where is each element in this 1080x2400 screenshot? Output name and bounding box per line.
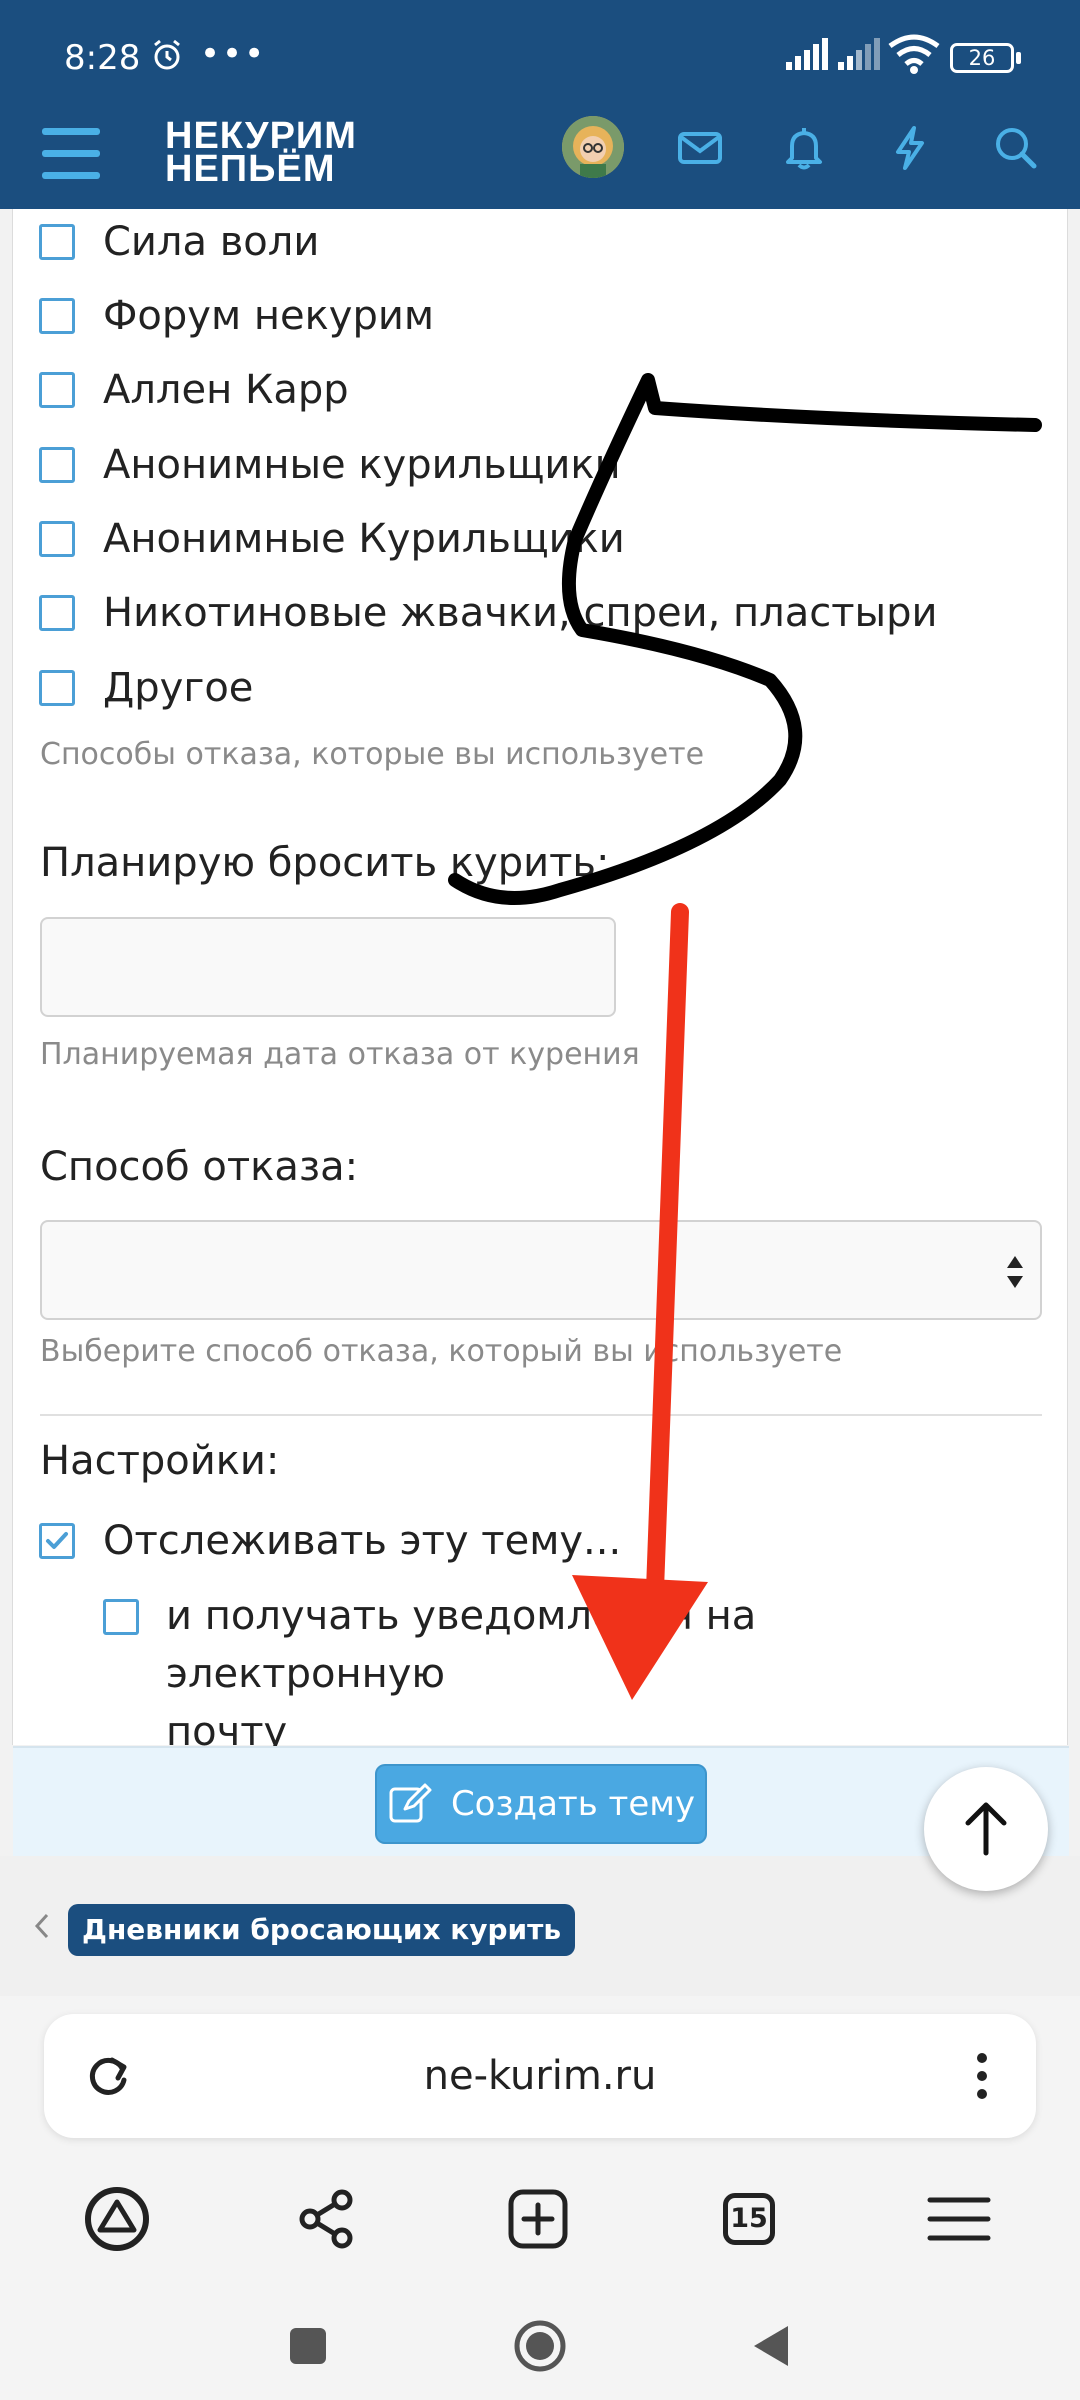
method-checkbox-row[interactable]: Сила воли [39,212,319,272]
battery-indicator: 26 [950,43,1014,73]
checkbox-label: Сила воли [103,219,320,265]
address-url[interactable]: ne-kurim.ru [44,2014,1036,2138]
checkbox[interactable] [39,372,75,408]
methods-hint: Способы отказа, которые вы используете [40,737,705,772]
checkbox-label: Другое [103,665,254,711]
checkbox[interactable] [39,447,75,483]
breadcrumb-link[interactable]: Дневники бросающих курить [68,1904,576,1956]
mail-icon[interactable] [672,120,728,176]
checkbox-label: Анонимные Курильщики [103,516,625,562]
watch-checkbox[interactable] [39,1523,75,1559]
plan-date-input[interactable] [40,917,616,1017]
checkbox[interactable] [39,521,75,557]
signal-icon [786,38,828,70]
avatar-image [562,116,624,178]
menu-icon[interactable] [42,128,100,180]
plan-date-label: Планирую бросить курить: [40,840,610,886]
breadcrumb: Дневники бросающих курить [0,1856,1080,1996]
checkbox[interactable] [39,595,75,631]
status-bar: 8:28 ••• 26 [0,0,1080,114]
signal-2-icon [838,38,880,70]
battery-tip [1016,52,1021,64]
checkbox[interactable] [39,224,75,260]
email-label-line-1: и получать уведомления на электронную [166,1593,757,1697]
form-submit-bar: Создать тему [13,1746,1069,1856]
new-tab-icon[interactable] [503,2184,573,2254]
assistant-icon[interactable] [82,2184,152,2254]
arrow-up-icon [965,1802,1007,1856]
checkbox-label: Анонимные курильщики [103,442,621,488]
select-arrows-icon [1007,1256,1023,1288]
checkbox[interactable] [39,670,75,706]
method-hint: Выберите способ отказа, который вы испол… [40,1334,843,1369]
watch-thread-row[interactable]: Отслеживать эту тему... [39,1511,621,1571]
watch-label: Отслеживать эту тему... [103,1518,622,1564]
checkbox[interactable] [39,298,75,334]
status-more-dots: ••• [200,34,267,74]
wifi-icon [888,34,940,74]
tabs-button[interactable]: 15 [714,2184,784,2254]
home-icon[interactable] [510,2316,570,2376]
checkbox-label: Форум некурим [103,293,435,339]
bell-icon[interactable] [776,120,832,176]
method-checkbox-row[interactable]: Другое [39,658,253,718]
checkbox-label: Никотиновые жвачки, спреи, пластыри [103,590,938,636]
create-thread-label: Создать тему [450,1784,696,1824]
method-label: Способ отказа: [40,1144,359,1190]
site-logo[interactable]: НЕКУРИМ НЕПЬЁМ [165,117,357,190]
search-icon[interactable] [988,120,1044,176]
recents-icon[interactable] [278,2316,338,2376]
edit-icon [389,1783,432,1823]
logo-line-2: НЕПЬЁМ [165,148,336,190]
browser-toolbar: ne-kurim.ru 15 [0,1996,1080,2400]
chevron-left-icon[interactable] [32,1911,52,1941]
settings-divider [40,1414,1042,1416]
method-checkbox-row[interactable]: Никотиновые жвачки, спреи, пластыри [39,583,938,643]
email-notify-row[interactable]: и получать уведомления на электронную по… [103,1587,1023,1761]
email-checkbox[interactable] [103,1599,139,1635]
browser-menu-icon[interactable] [924,2184,994,2254]
method-checkbox-row[interactable]: Анонимные курильщики [39,435,621,495]
method-checkbox-row[interactable]: Форум некурим [39,286,434,346]
method-checkbox-row[interactable]: Анонимные Курильщики [39,509,625,569]
reload-icon[interactable] [82,2050,134,2102]
thread-form: Сила воли Форум некурим Аллен Карр Анони… [12,209,1069,1856]
more-vert-icon[interactable] [972,2050,992,2102]
tab-count: 15 [723,2193,775,2245]
app-screen: 8:28 ••• 26 НЕКУРИМ НЕПЬЁМ Сила воли Фор… [0,0,1080,2400]
back-icon[interactable] [742,2316,802,2376]
app-header: 8:28 ••• 26 НЕКУРИМ НЕПЬЁМ [0,0,1080,209]
lightning-icon[interactable] [882,120,938,176]
settings-label: Настройки: [40,1438,280,1484]
site-navbar: НЕКУРИМ НЕПЬЁМ [0,114,1080,209]
status-time: 8:28 [64,38,141,78]
checkbox-label: Аллен Карр [103,367,349,413]
scroll-to-top-button[interactable] [924,1767,1048,1891]
create-thread-button[interactable]: Создать тему [375,1764,707,1844]
plan-date-hint: Планируемая дата отказа от курения [40,1037,640,1072]
share-icon[interactable] [292,2184,362,2254]
alarm-icon [154,39,180,70]
avatar[interactable] [562,116,624,178]
check-icon [46,1532,68,1549]
method-select[interactable] [40,1220,1042,1320]
method-checkbox-row[interactable]: Аллен Карр [39,360,349,420]
address-bar[interactable]: ne-kurim.ru [44,2014,1036,2138]
